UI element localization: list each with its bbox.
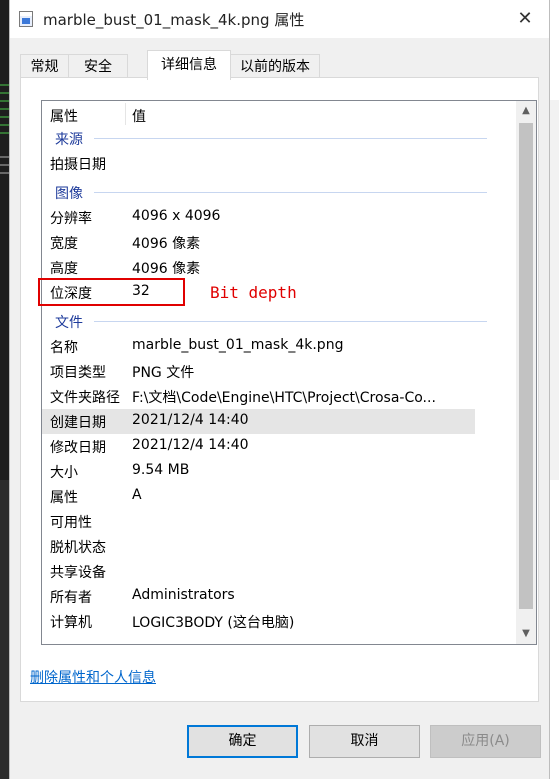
row-value: 2021/12/4 14:40 bbox=[132, 412, 249, 428]
group-image: 图像 bbox=[42, 182, 497, 202]
group-label: 来源 bbox=[55, 132, 83, 148]
row-availability[interactable]: 可用性 bbox=[42, 509, 475, 534]
row-key: 大小 bbox=[50, 465, 78, 481]
row-key: 拍摄日期 bbox=[50, 157, 106, 173]
scroll-down-arrow-icon[interactable]: ▼ bbox=[516, 624, 536, 644]
bit-depth-highlight-box bbox=[38, 278, 185, 306]
group-source: 来源 bbox=[42, 128, 497, 148]
row-value: Administrators bbox=[132, 587, 235, 603]
close-button[interactable]: ✕ bbox=[507, 4, 543, 34]
row-key: 属性 bbox=[50, 490, 78, 506]
row-key: 名称 bbox=[50, 340, 78, 356]
row-resolution[interactable]: 分辨率 4096 x 4096 bbox=[42, 205, 475, 230]
tab-details[interactable]: 详细信息 bbox=[147, 50, 231, 80]
row-name[interactable]: 名称 marble_bust_01_mask_4k.png bbox=[42, 334, 475, 359]
close-icon: ✕ bbox=[517, 8, 533, 29]
background-terminal-text bbox=[0, 78, 10, 138]
row-owner[interactable]: 所有者 Administrators bbox=[42, 584, 475, 609]
row-folder-path[interactable]: 文件夹路径 F:\文档\Code\Engine\HTC\Project\Cros… bbox=[42, 384, 475, 409]
details-list[interactable]: 属性 值 来源 拍摄日期 图像 分辨率 4096 x 4096 宽度 4096 … bbox=[41, 100, 537, 645]
scroll-up-arrow-icon[interactable]: ▲ bbox=[516, 101, 536, 121]
header-value[interactable]: 值 bbox=[132, 106, 146, 126]
row-computer[interactable]: 计算机 LOGIC3BODY (这台电脑) bbox=[42, 609, 475, 634]
row-key: 文件夹路径 bbox=[50, 390, 120, 406]
tab-general[interactable]: 常规 bbox=[20, 54, 69, 78]
bit-depth-annotation: Bit depth bbox=[210, 283, 297, 302]
row-created[interactable]: 创建日期 2021/12/4 14:40 bbox=[42, 409, 475, 434]
tab-previous-versions[interactable]: 以前的版本 bbox=[230, 54, 320, 78]
row-width[interactable]: 宽度 4096 像素 bbox=[42, 230, 475, 255]
row-attributes[interactable]: 属性 A bbox=[42, 484, 475, 509]
row-key: 项目类型 bbox=[50, 365, 106, 381]
details-panel: 属性 值 来源 拍摄日期 图像 分辨率 4096 x 4096 宽度 4096 … bbox=[20, 77, 539, 702]
row-date-taken[interactable]: 拍摄日期 bbox=[42, 151, 475, 176]
group-label: 图像 bbox=[55, 186, 83, 202]
row-value: LOGIC3BODY (这台电脑) bbox=[132, 615, 295, 631]
remove-properties-link[interactable]: 删除属性和个人信息 bbox=[30, 667, 156, 687]
row-value: A bbox=[132, 487, 142, 503]
row-modified[interactable]: 修改日期 2021/12/4 14:40 bbox=[42, 434, 475, 459]
group-divider bbox=[94, 192, 487, 193]
vertical-scrollbar[interactable]: ▲ ▼ bbox=[516, 101, 536, 644]
row-item-type[interactable]: 项目类型 PNG 文件 bbox=[42, 359, 475, 384]
row-key: 分辨率 bbox=[50, 211, 92, 227]
background-terminal-text-2 bbox=[0, 150, 10, 180]
apply-button[interactable]: 应用(A) bbox=[430, 725, 541, 758]
row-key: 计算机 bbox=[50, 615, 92, 631]
group-divider bbox=[94, 321, 487, 322]
title-bar[interactable]: marble_bust_01_mask_4k.png 属性 ✕ bbox=[10, 0, 549, 38]
row-key: 高度 bbox=[50, 261, 78, 277]
row-value: F:\文档\Code\Engine\HTC\Project\Crosa-Co..… bbox=[132, 390, 436, 406]
row-size[interactable]: 大小 9.54 MB bbox=[42, 459, 475, 484]
row-key: 宽度 bbox=[50, 236, 78, 252]
image-file-icon bbox=[19, 11, 33, 27]
row-key: 脱机状态 bbox=[50, 540, 106, 556]
tab-security[interactable]: 安全 bbox=[68, 54, 128, 78]
header-property[interactable]: 属性 bbox=[50, 106, 78, 126]
group-label: 文件 bbox=[55, 315, 83, 331]
row-value: 4096 x 4096 bbox=[132, 208, 221, 224]
row-value: PNG 文件 bbox=[132, 365, 195, 381]
scroll-thumb[interactable] bbox=[519, 123, 533, 609]
row-value: 9.54 MB bbox=[132, 462, 190, 478]
row-value: 4096 像素 bbox=[132, 236, 201, 252]
properties-dialog: marble_bust_01_mask_4k.png 属性 ✕ 常规 安全 详细… bbox=[10, 0, 549, 779]
row-shared-with[interactable]: 共享设备 bbox=[42, 559, 475, 584]
group-file: 文件 bbox=[42, 311, 497, 331]
row-value: 4096 像素 bbox=[132, 261, 201, 277]
row-key: 所有者 bbox=[50, 590, 92, 606]
row-value: 2021/12/4 14:40 bbox=[132, 437, 249, 453]
row-value: marble_bust_01_mask_4k.png bbox=[132, 337, 344, 353]
group-divider bbox=[94, 138, 487, 139]
row-key: 创建日期 bbox=[50, 415, 106, 431]
row-height[interactable]: 高度 4096 像素 bbox=[42, 255, 475, 280]
row-offline-status[interactable]: 脱机状态 bbox=[42, 534, 475, 559]
cancel-button[interactable]: 取消 bbox=[309, 725, 420, 758]
row-key: 修改日期 bbox=[50, 440, 106, 456]
row-key: 可用性 bbox=[50, 515, 92, 531]
list-header: 属性 值 bbox=[42, 101, 497, 128]
header-divider[interactable] bbox=[125, 103, 126, 125]
row-key: 共享设备 bbox=[50, 565, 106, 581]
window-title: marble_bust_01_mask_4k.png 属性 bbox=[43, 11, 305, 29]
ok-button[interactable]: 确定 bbox=[187, 725, 298, 758]
